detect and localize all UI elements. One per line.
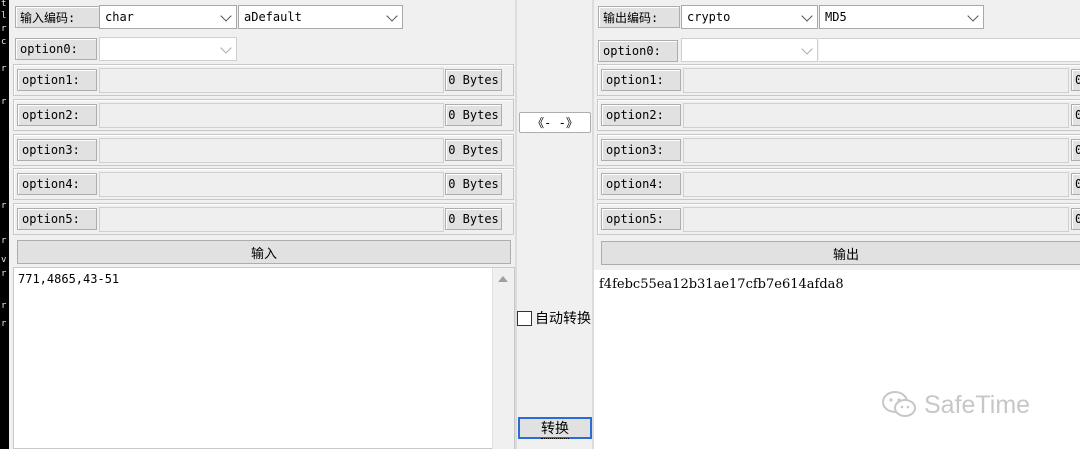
output-text-value: f4febc55ea12b31ae17cfb7e614afda8	[599, 277, 844, 292]
chevron-down-icon	[801, 43, 813, 55]
input-option0-select[interactable]	[99, 37, 237, 61]
input-option1-label: option1:	[17, 69, 97, 91]
edge-char: v	[1, 255, 7, 265]
input-option5-row: option5: 0 Bytes	[13, 203, 514, 235]
output-option3-row: option3: 0	[597, 134, 1080, 166]
output-variant-value: MD5	[825, 10, 847, 24]
output-option4-label: option4:	[601, 173, 681, 195]
output-option1-row: option1: 0	[597, 64, 1080, 96]
auto-convert-label: 自动转换	[535, 311, 591, 327]
edge-char: r	[1, 269, 7, 279]
output-text-area[interactable]: f4febc55ea12b31ae17cfb7e614afda8	[594, 270, 1080, 449]
middle-column: 《- -》 自动转换 转换	[517, 0, 592, 449]
output-option2-label: option2:	[601, 104, 681, 126]
output-option4-row: option4: 0	[597, 168, 1080, 200]
input-encoding-select[interactable]: char	[99, 5, 237, 29]
output-option3-size: 0	[1071, 139, 1080, 161]
output-option5-row: option5: 0	[597, 203, 1080, 235]
input-variant-select[interactable]: aDefault	[238, 5, 403, 29]
edge-char: r	[1, 319, 7, 329]
output-option5-field[interactable]	[683, 207, 1069, 232]
input-option2-row: option2: 0 Bytes	[13, 99, 514, 131]
edge-char: r	[1, 201, 7, 211]
watermark-text: SafeTime	[924, 390, 1031, 419]
chevron-down-icon	[220, 42, 232, 54]
input-option2-size: 0 Bytes	[445, 104, 502, 126]
edge-char: t	[1, 0, 7, 9]
output-encoding-select[interactable]: crypto	[681, 5, 818, 29]
edge-char: r	[1, 301, 7, 311]
input-option3-label: option3:	[17, 139, 97, 161]
output-option1-label: option1:	[601, 69, 681, 91]
output-encoding-label: 输出编码:	[598, 6, 680, 28]
input-option4-field[interactable]	[99, 172, 444, 197]
input-section-button[interactable]: 输入	[17, 240, 511, 264]
input-option3-field[interactable]	[99, 138, 444, 163]
output-option0-select[interactable]	[681, 38, 818, 62]
edge-char: r	[1, 24, 7, 34]
input-option1-row: option1: 0 Bytes	[13, 64, 514, 96]
checkbox-box[interactable]	[517, 310, 532, 326]
output-option1-size: 0	[1071, 69, 1080, 91]
wechat-icon	[882, 391, 916, 417]
input-option3-size: 0 Bytes	[445, 139, 502, 161]
output-option2-field[interactable]	[683, 103, 1069, 128]
input-option3-row: option3: 0 Bytes	[13, 134, 514, 166]
convert-label: 转换	[541, 418, 569, 439]
input-option2-field[interactable]	[99, 103, 444, 128]
input-option1-field[interactable]	[99, 68, 444, 93]
output-option3-field[interactable]	[683, 138, 1069, 163]
chevron-down-icon	[386, 10, 398, 22]
output-option3-label: option3:	[601, 139, 681, 161]
edge-char: r	[1, 236, 7, 246]
input-option4-row: option4: 0 Bytes	[13, 168, 514, 200]
input-option5-label: option5:	[17, 208, 97, 230]
input-option5-field[interactable]	[99, 207, 444, 232]
edge-char: r	[1, 64, 7, 74]
output-option0-extra	[819, 38, 1080, 62]
chevron-down-icon	[801, 10, 813, 22]
output-section-button[interactable]: 输出	[601, 241, 1080, 265]
output-option4-field[interactable]	[683, 172, 1069, 197]
output-panel: 输出编码: crypto MD5 option0: option1: 0 opt…	[594, 0, 1080, 449]
output-option1-field[interactable]	[683, 68, 1069, 93]
edge-char: l	[1, 11, 7, 21]
output-option4-size: 0	[1071, 173, 1080, 195]
swap-button[interactable]: 《- -》	[519, 112, 591, 133]
input-text-value: 771,4865,43-51	[18, 272, 120, 286]
output-option5-size: 0	[1071, 208, 1080, 230]
auto-convert-checkbox[interactable]: 自动转换	[517, 308, 592, 328]
edge-char: c	[1, 37, 7, 47]
input-scrollbar[interactable]	[492, 268, 514, 449]
input-option2-label: option2:	[17, 104, 97, 126]
input-variant-value: aDefault	[244, 10, 302, 24]
scroll-up-arrow-icon[interactable]	[498, 276, 508, 282]
input-panel: 输入编码: char aDefault option0: option1: 0 …	[9, 0, 515, 449]
edge-char: r	[1, 97, 7, 107]
output-option5-label: option5:	[601, 208, 681, 230]
convert-button[interactable]: 转换	[518, 417, 592, 439]
output-option2-row: option2: 0	[597, 99, 1080, 131]
left-edge-text: t l r c r r r r v r r r	[0, 0, 9, 449]
input-option4-label: option4:	[17, 173, 97, 195]
input-encoding-value: char	[105, 10, 134, 24]
input-option0-label: option0:	[15, 38, 97, 60]
output-encoding-value: crypto	[687, 10, 731, 24]
input-text-area[interactable]: 771,4865,43-51	[13, 267, 515, 449]
chevron-down-icon	[220, 10, 232, 22]
watermark: SafeTime	[880, 388, 1080, 422]
output-option0-label: option0:	[598, 40, 678, 62]
output-variant-select[interactable]: MD5	[819, 5, 984, 29]
input-encoding-label: 输入编码:	[15, 6, 104, 28]
input-option1-size: 0 Bytes	[445, 69, 502, 91]
input-option4-size: 0 Bytes	[445, 173, 502, 195]
chevron-down-icon	[967, 10, 979, 22]
output-option2-size: 0	[1071, 104, 1080, 126]
input-option5-size: 0 Bytes	[445, 208, 502, 230]
